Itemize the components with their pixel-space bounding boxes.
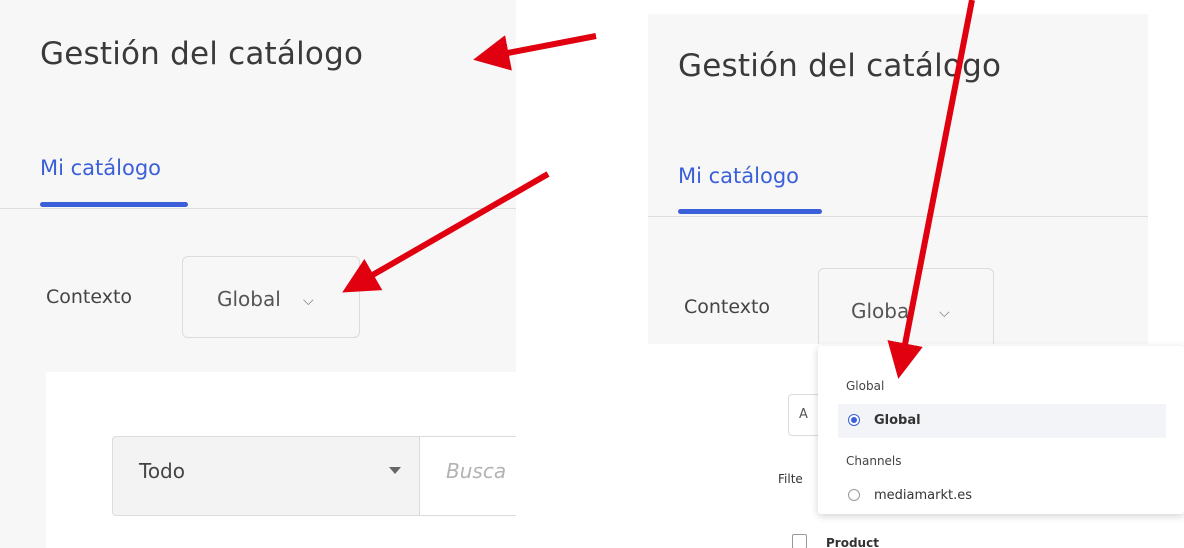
- filter-card: Todo Busca: [46, 372, 516, 548]
- filter-label: Filte: [778, 472, 803, 486]
- page-title: Gestión del catálogo: [40, 36, 364, 72]
- tab-divider: [648, 216, 1148, 217]
- page-title: Gestión del catálogo: [678, 48, 1002, 84]
- dropdown-option-label: Global: [874, 413, 921, 428]
- product-checkbox[interactable]: [792, 534, 807, 548]
- tab-active-indicator: [40, 202, 188, 207]
- context-dropdown-menu: Global Global Channels mediamarkt.es: [818, 346, 1184, 514]
- chevron-down-icon: ⌵: [303, 293, 314, 309]
- dropdown-option-global[interactable]: Global: [838, 404, 1166, 438]
- product-label: Product: [826, 536, 879, 548]
- left-panel: Gestión del catálogo Mi catálogo Context…: [0, 0, 516, 548]
- context-select-value: Global: [217, 287, 281, 311]
- tab-mi-catalogo[interactable]: Mi catálogo: [40, 156, 161, 180]
- dropdown-group-global: Global: [846, 379, 885, 393]
- context-label: Contexto: [684, 296, 771, 318]
- context-select-value: Global: [851, 299, 915, 323]
- radio-selected-icon: [848, 414, 860, 426]
- dropdown-option-mediamarkt[interactable]: mediamarkt.es: [838, 479, 1166, 513]
- filter-type-value: Todo: [139, 459, 185, 483]
- search-placeholder: Busca: [446, 459, 507, 483]
- background-input-text: A: [799, 407, 808, 422]
- right-panel: Gestión del catálogo Mi catálogo Context…: [648, 14, 1148, 344]
- context-select[interactable]: Global ⌵: [182, 256, 360, 338]
- chevron-down-icon: ⌵: [939, 305, 950, 321]
- tab-mi-catalogo[interactable]: Mi catálogo: [678, 164, 799, 188]
- filter-type-select[interactable]: Todo: [112, 436, 420, 516]
- tab-active-indicator: [678, 209, 822, 214]
- caret-down-icon: [389, 467, 401, 474]
- dropdown-option-label: mediamarkt.es: [874, 488, 972, 503]
- dropdown-group-channels: Channels: [846, 454, 902, 468]
- context-label: Contexto: [46, 286, 133, 308]
- radio-icon: [848, 489, 860, 501]
- tab-divider: [0, 208, 516, 209]
- search-input[interactable]: Busca: [420, 436, 516, 516]
- context-select[interactable]: Global ⌵: [818, 268, 994, 344]
